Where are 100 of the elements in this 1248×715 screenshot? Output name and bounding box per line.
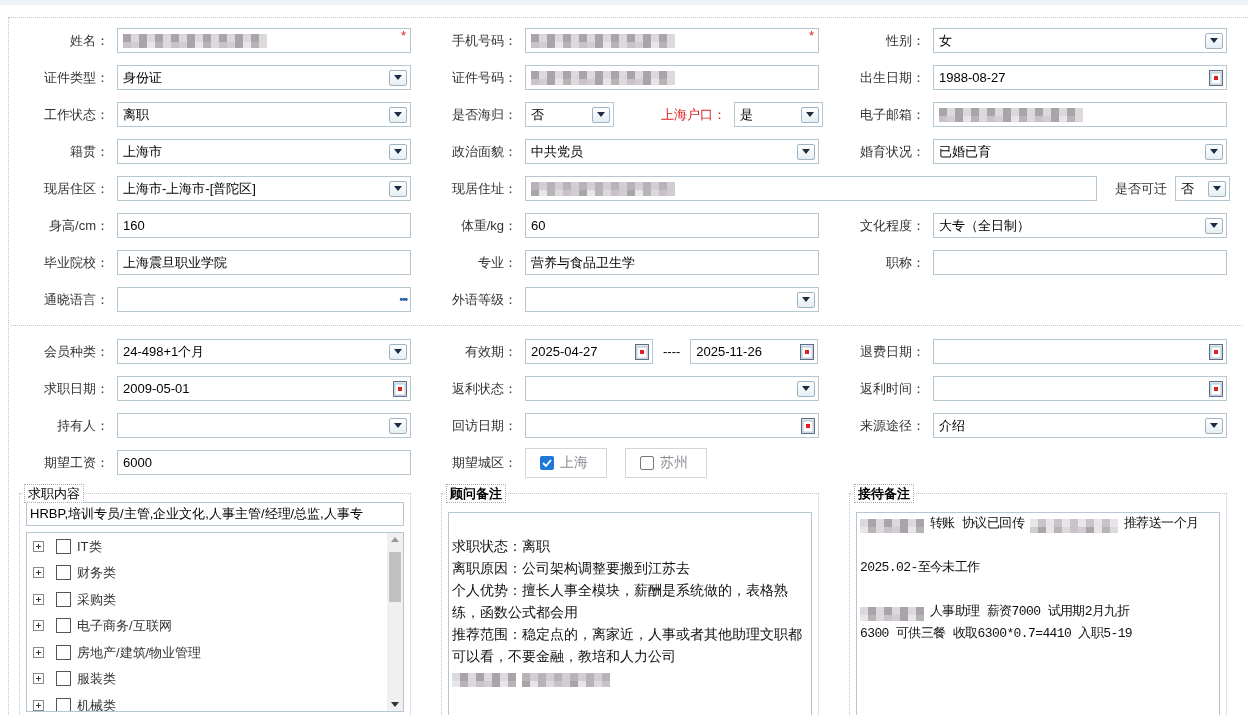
input-field[interactable] xyxy=(525,65,819,90)
input-field[interactable]: * xyxy=(525,28,819,53)
dropdown-field[interactable]: 是 xyxy=(734,102,823,127)
date-field[interactable]: 2025-11-26 xyxy=(690,339,819,364)
tree-checkbox[interactable] xyxy=(56,618,71,634)
input-field[interactable] xyxy=(933,250,1227,275)
input-field[interactable] xyxy=(525,176,1097,201)
dropdown-field[interactable] xyxy=(117,413,411,438)
date-field[interactable]: 1988-08-27 xyxy=(933,65,1227,90)
calendar-icon[interactable] xyxy=(393,380,407,397)
calendar-icon[interactable] xyxy=(800,343,815,360)
note-text: 个人优势：擅长人事全模块，薪酬是系统做的，表格熟 xyxy=(452,581,788,599)
input-field[interactable]: * xyxy=(117,28,411,53)
dropdown-field[interactable]: 大专（全日制） xyxy=(933,213,1227,238)
calendar-icon[interactable] xyxy=(1209,380,1223,397)
expand-icon[interactable] xyxy=(33,593,44,605)
dropdown-field[interactable]: 否 xyxy=(1175,176,1230,201)
tree-checkbox[interactable] xyxy=(56,671,71,687)
expand-icon[interactable] xyxy=(33,699,44,711)
tree-checkbox[interactable] xyxy=(56,565,71,581)
expand-icon[interactable] xyxy=(33,567,44,579)
field-label: 外语等级： xyxy=(451,290,517,309)
tree-item-label[interactable]: IT类 xyxy=(77,536,102,556)
tree-item-label[interactable]: 服装类 xyxy=(77,669,116,689)
tree-checkbox[interactable] xyxy=(56,644,71,660)
input-field[interactable]: 上海震旦职业学院 xyxy=(117,250,411,275)
tree-checkbox[interactable] xyxy=(56,697,71,711)
field-label: 是否海归： xyxy=(451,105,517,124)
dropdown-field[interactable]: 上海市 xyxy=(117,139,411,164)
input-field[interactable]: 营养与食品卫生学 xyxy=(525,250,819,275)
dropdown-button[interactable] xyxy=(592,106,610,123)
dropdown-field[interactable] xyxy=(525,287,819,312)
dropdown-field[interactable]: 离职 xyxy=(117,102,411,127)
dropdown-button[interactable] xyxy=(1208,180,1226,197)
dropdown-button[interactable] xyxy=(797,291,815,308)
redacted-mosaic xyxy=(452,673,516,687)
calendar-icon[interactable] xyxy=(1209,343,1223,360)
calendar-icon[interactable] xyxy=(635,343,649,360)
dropdown-field[interactable]: 介绍 xyxy=(933,413,1227,438)
notes-textarea[interactable]: 转账 协议已回传 推荐送一个月 2025.02-至今未工作 人事助理 薪资7000 试用期2月九折 6300 可供三餐 收取6300*0.7=4410 入职5-19 xyxy=(856,512,1220,715)
more-button[interactable]: ••• xyxy=(399,292,407,307)
scrollbar[interactable] xyxy=(387,533,403,711)
field-label: 毕业院校： xyxy=(43,253,109,272)
expand-icon[interactable] xyxy=(33,673,44,685)
dropdown-button[interactable] xyxy=(389,180,407,197)
date-field[interactable]: 2009-05-01 xyxy=(117,376,411,401)
tree-item-label[interactable]: 财务类 xyxy=(77,563,116,583)
dropdown-button[interactable] xyxy=(797,380,815,397)
dropdown-field[interactable] xyxy=(525,376,819,401)
expand-icon[interactable] xyxy=(33,540,44,552)
date-field[interactable] xyxy=(933,339,1227,364)
dropdown-field[interactable]: 24-498+1个月 xyxy=(117,339,411,364)
expand-icon[interactable] xyxy=(33,646,44,658)
caret-icon xyxy=(394,149,402,154)
input-field[interactable]: 160 xyxy=(117,213,411,238)
input-field[interactable]: 6000 xyxy=(117,450,411,475)
dropdown-field[interactable]: 已婚已育 xyxy=(933,139,1227,164)
scroll-thumb[interactable] xyxy=(389,552,401,602)
field-label: 返利状态： xyxy=(451,379,517,398)
dropdown-button[interactable] xyxy=(389,106,407,123)
date-field[interactable]: 2025-04-27 xyxy=(525,339,653,364)
tree-item-label[interactable]: 房地产/建筑/物业管理 xyxy=(77,642,202,662)
tree-checkbox[interactable] xyxy=(56,538,71,554)
dropdown-button[interactable] xyxy=(389,343,407,360)
dropdown-button[interactable] xyxy=(389,143,407,160)
input-field[interactable]: HRBP,培训专员/主管,企业文化,人事主管/经理/总监,人事专 xyxy=(26,502,404,526)
dropdown-button[interactable] xyxy=(1205,32,1223,49)
input-field[interactable]: 60 xyxy=(525,213,819,238)
notes-textarea[interactable]: 求职状态：离职 离职原因：公司架构调整要搬到江苏去 个人优势：擅长人事全模块，薪酬是系统做的，表格熟 练，函数公式都会用 推荐范围：稳定点的，离家近，人事或者其他助理文职都 可以看，不要金融，教培和人力公司 xyxy=(448,512,812,715)
tree-item-label[interactable]: 采购类 xyxy=(77,589,116,609)
expand-icon[interactable] xyxy=(33,620,44,632)
tree-checkbox[interactable] xyxy=(56,591,71,607)
city-checkbox[interactable]: 上海 xyxy=(525,447,607,478)
dropdown-field[interactable]: 否 xyxy=(525,102,614,127)
dropdown-button[interactable] xyxy=(1205,143,1223,160)
field-label: 上海户口： xyxy=(660,105,726,124)
calendar-icon[interactable] xyxy=(1209,69,1223,86)
field-label: 是否可迁 xyxy=(1114,179,1167,198)
date-field[interactable] xyxy=(525,413,819,438)
dropdown-button[interactable] xyxy=(389,69,407,86)
tree-item-label[interactable]: 电子商务/互联网 xyxy=(77,616,172,636)
dropdown-field[interactable]: 身份证 xyxy=(117,65,411,90)
dropdown-button[interactable] xyxy=(389,417,407,434)
input-field[interactable] xyxy=(933,102,1227,127)
calendar-icon[interactable] xyxy=(801,417,815,434)
input-field[interactable]: ••• xyxy=(117,287,411,312)
field-label: 婚育状况： xyxy=(859,142,925,161)
dropdown-button[interactable] xyxy=(1205,417,1223,434)
date-field[interactable] xyxy=(933,376,1227,401)
empty-checkbox[interactable] xyxy=(640,455,654,470)
dropdown-button[interactable] xyxy=(1205,217,1223,234)
scroll-down-icon[interactable] xyxy=(391,702,399,707)
dropdown-button[interactable] xyxy=(797,143,815,160)
dropdown-field[interactable]: 上海市-上海市-[普陀区] xyxy=(117,176,411,201)
tree-item-label[interactable]: 机械类 xyxy=(77,695,116,711)
field-label: 返利时间： xyxy=(859,379,925,398)
dropdown-field[interactable]: 女 xyxy=(933,28,1227,53)
checked-checkbox[interactable] xyxy=(540,455,554,470)
dropdown-field[interactable]: 中共党员 xyxy=(525,139,819,164)
dropdown-button[interactable] xyxy=(801,106,819,123)
